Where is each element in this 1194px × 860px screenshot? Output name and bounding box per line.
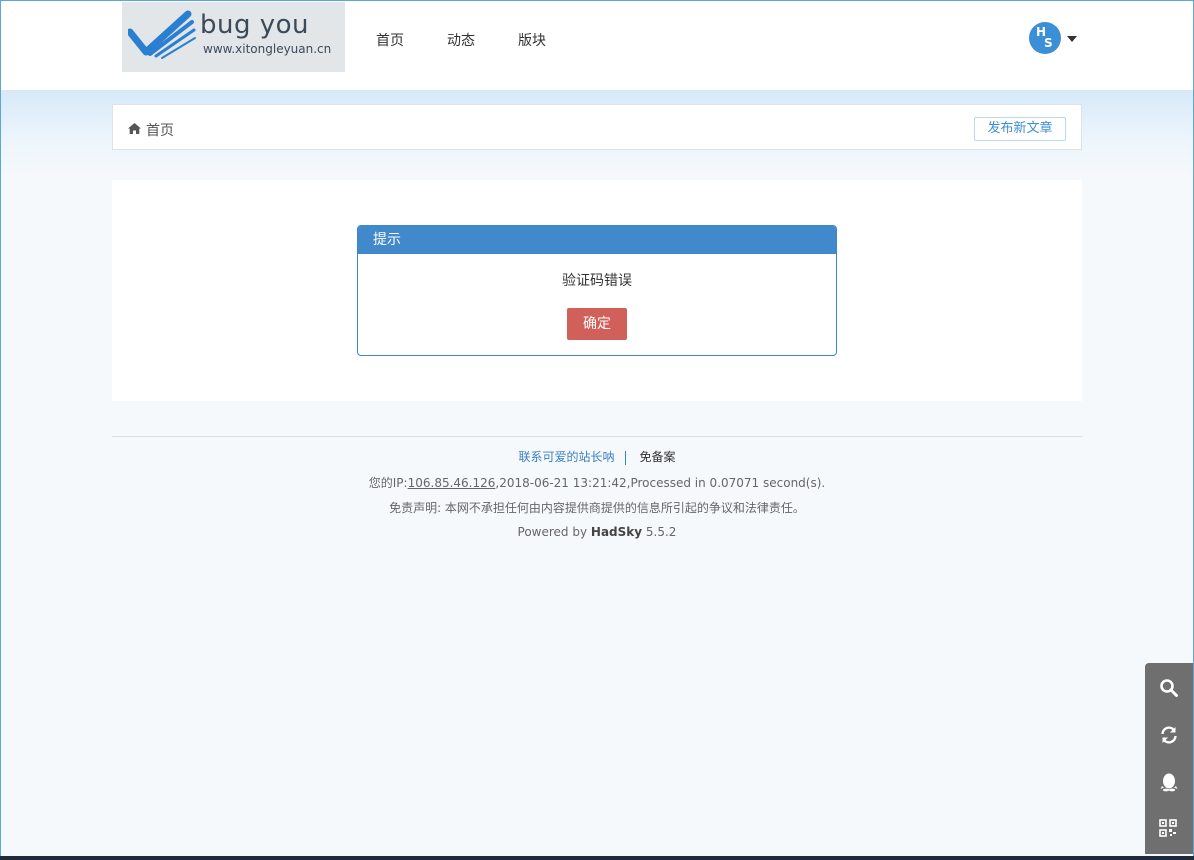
refresh-icon [1161,726,1177,744]
main-panel: 提示 验证码错误 确定 [112,180,1082,401]
taskbar-edge [0,856,1194,860]
powered-version: 5.5.2 [642,525,677,539]
home-icon [128,123,141,134]
site-header: bug you www.xitongleyuan.cn 首页 动态 版块 H S [0,0,1194,91]
qrcode-icon [1159,819,1177,837]
logo-title: bug you [200,10,310,40]
logo-subtitle: www.xitongleyuan.cn [203,42,332,56]
alert-dialog: 提示 验证码错误 确定 [357,225,837,356]
caret-down-icon[interactable] [1067,36,1077,42]
footer-separator [624,450,626,465]
breadcrumb-home-link[interactable]: 首页 [146,120,174,140]
toolbar-search-button[interactable] [1145,667,1193,707]
footer-links: 联系可爱的站长呐 免备案 [0,448,1194,465]
contact-admin-link[interactable]: 联系可爱的站长呐 [518,450,614,464]
avatar[interactable]: H S [1029,22,1061,54]
ip-prefix: 您的IP: [368,476,408,490]
toolbar-qrcode-button[interactable] [1145,808,1193,848]
footer-ip-line: 您的IP:106.85.46.126,2018-06-21 13:21:42,P… [0,474,1194,491]
footer-powered-by: Powered by HadSky 5.5.2 [0,525,1194,539]
site-logo[interactable]: bug you www.xitongleyuan.cn [122,2,345,72]
user-menu[interactable]: H S [1029,22,1081,54]
search-icon [1160,679,1178,697]
floating-toolbar [1145,663,1193,854]
nav-item-home[interactable]: 首页 [376,30,404,50]
ip-link[interactable]: 106.85.46.126 [408,476,496,490]
powered-prefix: Powered by [517,525,591,539]
logo-mark-icon [128,10,196,59]
beian-link[interactable]: 免备案 [640,450,676,464]
toolbar-refresh-button[interactable] [1145,714,1193,754]
dialog-message: 验证码错误 [562,273,632,289]
footer-divider [112,436,1082,437]
ip-suffix: ,2018-06-21 13:21:42,Processed in 0.0707… [495,476,826,490]
breadcrumb: 首页 发布新文章 [112,104,1082,150]
toolbar-qq-button[interactable] [1145,761,1193,801]
footer-disclaimer: 免责声明: 本网不承担任何由内容提供商提供的信息所引起的争议和法律责任。 [389,501,805,515]
post-new-article-button[interactable]: 发布新文章 [974,117,1066,141]
dialog-title: 提示 [358,226,836,254]
powered-brand: HadSky [590,525,643,539]
confirm-button[interactable]: 确定 [567,308,627,340]
nav-item-activity[interactable]: 动态 [447,30,475,50]
qq-icon [1160,773,1178,792]
avatar-initial: S [1044,36,1053,50]
nav-item-boards[interactable]: 版块 [518,30,546,50]
